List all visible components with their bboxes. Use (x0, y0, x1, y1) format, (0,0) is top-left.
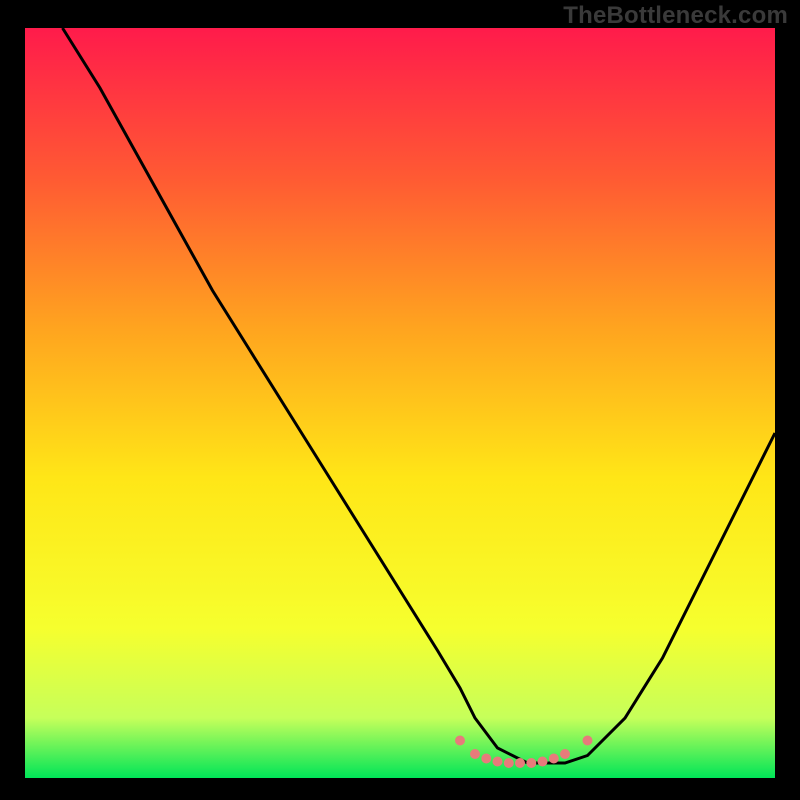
chart-container: { "watermark": "TheBottleneck.com", "cha… (0, 0, 800, 800)
optimal-zone-dot (455, 736, 465, 746)
optimal-zone-dot (526, 758, 536, 768)
optimal-zone-dot (470, 749, 480, 759)
optimal-zone-dot (560, 749, 570, 759)
optimal-zone-dot (481, 754, 491, 764)
optimal-zone-dot (515, 758, 525, 768)
optimal-zone-dot (549, 754, 559, 764)
optimal-zone-dot (538, 757, 548, 767)
frame-left (0, 0, 25, 800)
optimal-zone-dot (504, 758, 514, 768)
plot-background (25, 28, 775, 778)
frame-bottom (0, 778, 800, 800)
optimal-zone-dot (493, 757, 503, 767)
watermark-text: TheBottleneck.com (563, 2, 788, 30)
optimal-zone-dot (583, 736, 593, 746)
bottleneck-chart (0, 0, 800, 800)
frame-right (775, 0, 800, 800)
